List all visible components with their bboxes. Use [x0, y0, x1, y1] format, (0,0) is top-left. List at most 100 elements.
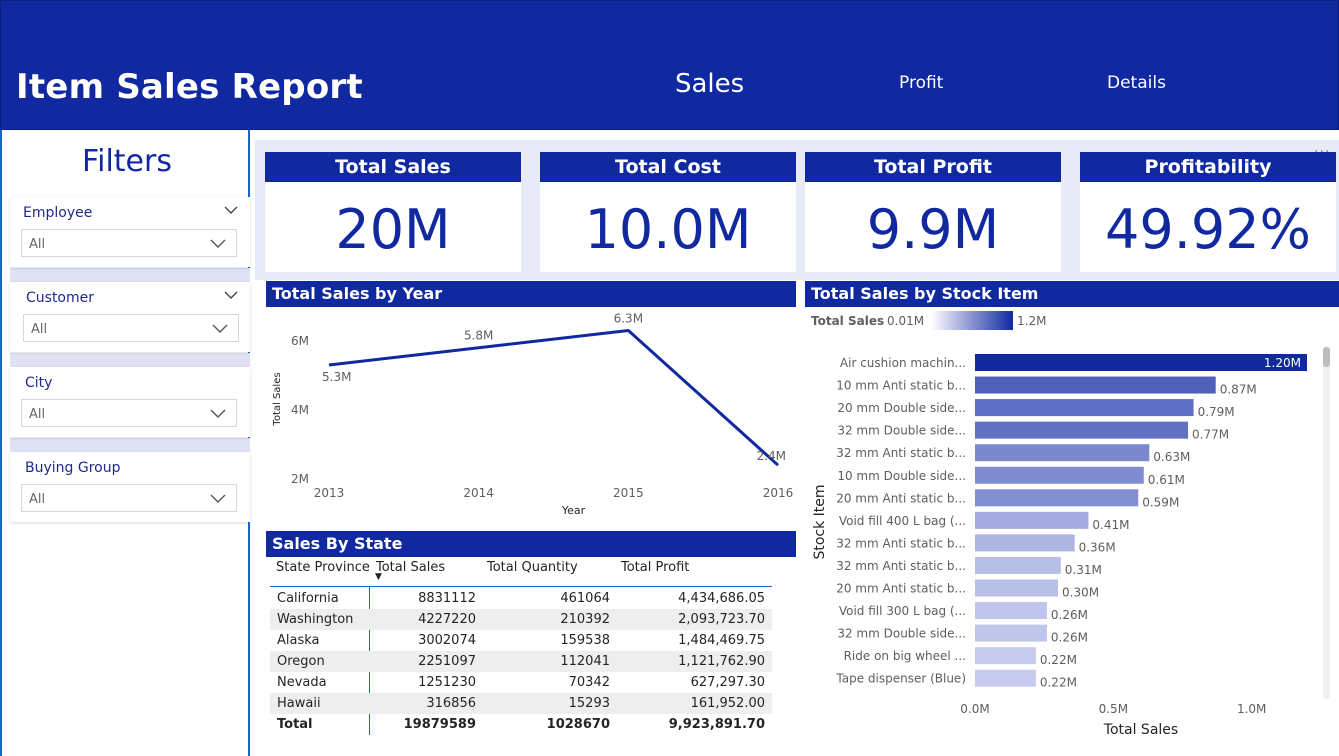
data-label: 0.22M — [1040, 653, 1077, 667]
nav-tab-profit[interactable]: Profit — [899, 73, 943, 93]
x-tick-label: 2014 — [463, 486, 494, 500]
city-dropdown[interactable]: All — [21, 399, 237, 427]
table-title: Sales By State — [266, 531, 796, 557]
table-row[interactable]: Nevada 1251230 70342 627,297.30 — [270, 672, 772, 693]
total-cell: 1028670 — [546, 717, 610, 732]
category-label: Air cushion machin... — [840, 356, 966, 370]
table-cell: Alaska — [277, 633, 320, 648]
slicer-label: Employee — [23, 205, 93, 221]
buying-group-dropdown[interactable]: All — [21, 484, 237, 512]
table-cell: Hawaii — [277, 696, 321, 711]
data-label: 0.79M — [1198, 405, 1235, 419]
table-row[interactable]: Oregon 2251097 112041 1,121,762.90 — [270, 651, 772, 672]
category-label: 32 mm Anti static b... — [836, 536, 966, 550]
kpi-total-sales[interactable]: Total Sales 20M — [265, 152, 521, 272]
chevron-down-icon[interactable] — [224, 288, 238, 302]
filters-title: Filters — [82, 144, 172, 179]
sales-by-stock-item-chart[interactable]: Total Sales 0.01M 1.2MAir cushion machin..… — [805, 307, 1339, 756]
chevron-down-icon — [210, 409, 226, 418]
total-cell: Total — [277, 717, 313, 732]
dropdown-value: All — [29, 237, 46, 252]
bar — [975, 354, 1307, 371]
bar — [975, 511, 1089, 529]
nav-tab-sales[interactable]: Sales — [675, 69, 744, 99]
kpi-value: 20M — [335, 198, 451, 261]
dropdown-value: All — [29, 407, 46, 422]
x-axis-title: Year — [561, 504, 586, 517]
customer-dropdown[interactable]: All — [23, 314, 239, 342]
slicer-label: Buying Group — [25, 460, 121, 476]
nav-tab-details[interactable]: Details — [1107, 73, 1166, 93]
category-label: 20 mm Double side... — [837, 401, 966, 415]
data-label: 0.63M — [1153, 450, 1190, 464]
table-cell: 15293 — [568, 696, 610, 711]
kpi-value: 49.92% — [1105, 198, 1311, 261]
kpi-profitability[interactable]: Profitability 49.92% — [1080, 152, 1336, 272]
scrollbar-thumb[interactable] — [1323, 347, 1330, 367]
table-row[interactable]: Washington 4227220 210392 2,093,723.70 — [270, 609, 772, 630]
table-cell: 8831112 — [418, 591, 476, 606]
chevron-down-icon — [210, 494, 226, 503]
kpi-title: Total Profit — [805, 152, 1061, 182]
legend-gradient — [931, 311, 1013, 330]
column-header[interactable]: Total Quantity — [487, 560, 578, 575]
y-tick-label: 2M — [291, 472, 309, 486]
chevron-down-icon — [212, 324, 228, 333]
table-cell: 210392 — [560, 612, 610, 627]
table-row[interactable]: California 8831112 461064 4,434,686.05 — [270, 588, 772, 609]
total-cell: 9,923,891.70 — [668, 717, 765, 732]
sort-indicator-icon[interactable]: ▼ — [375, 572, 382, 582]
data-label: 0.61M — [1148, 473, 1185, 487]
x-tick-label: 2016 — [763, 486, 794, 500]
x-tick-label: 2013 — [314, 486, 345, 500]
y-axis-title: Stock Item — [812, 484, 828, 559]
bar — [975, 489, 1139, 507]
table-cell: 316856 — [426, 696, 476, 711]
category-label: Tape dispenser (Blue) — [835, 672, 966, 686]
column-header[interactable]: Total Profit — [621, 560, 689, 575]
data-label: 0.22M — [1040, 676, 1077, 690]
table-cell: 4,434,686.05 — [678, 591, 765, 606]
bar — [975, 647, 1036, 665]
category-label: Void fill 400 L bag (... — [839, 514, 966, 528]
x-tick-label: 1.0M — [1237, 702, 1266, 716]
table-row[interactable]: Hawaii 316856 15293 161,952.00 — [270, 693, 772, 714]
data-label: 2.4M — [757, 449, 786, 463]
y-tick-label: 4M — [291, 403, 309, 417]
scrollbar[interactable] — [1323, 347, 1330, 699]
bar — [975, 579, 1058, 597]
chevron-down-icon[interactable] — [224, 203, 238, 217]
category-label: 32 mm Double side... — [837, 424, 966, 438]
data-label: 0.36M — [1079, 540, 1116, 554]
slicer-label: City — [25, 375, 53, 391]
column-header[interactable]: Total Sales — [376, 560, 445, 575]
employee-dropdown[interactable]: All — [21, 229, 237, 257]
kpi-value: 9.9M — [866, 198, 1000, 261]
kpi-total-profit[interactable]: Total Profit 9.9M — [805, 152, 1061, 272]
kpi-total-cost[interactable]: Total Cost 10.0M — [540, 152, 796, 272]
category-label: 32 mm Double side... — [837, 627, 966, 641]
bar — [975, 669, 1036, 687]
column-header[interactable]: State Province — [276, 560, 370, 575]
data-label: 0.41M — [1092, 518, 1129, 532]
x-tick-label: 2015 — [613, 486, 644, 500]
filter-separator — [10, 438, 250, 452]
category-label: 10 mm Anti static b... — [836, 379, 966, 393]
table-cell: 159538 — [560, 633, 610, 648]
kpi-title: Total Cost — [540, 152, 796, 182]
slicer-customer: Customer All — [10, 282, 250, 352]
report-title: Item Sales Report — [16, 67, 363, 107]
table-cell: 70342 — [568, 675, 610, 690]
data-label: 0.87M — [1220, 383, 1257, 397]
data-label: 5.8M — [464, 329, 493, 343]
category-label: Ride on big wheel ... — [844, 649, 966, 663]
table-row[interactable]: Alaska 3002074 159538 1,484,469.75 — [270, 630, 772, 651]
slicer-city: City All — [10, 367, 250, 437]
data-label: 5.3M — [322, 370, 351, 384]
category-label: 32 mm Anti static b... — [836, 559, 966, 573]
sales-by-year-chart[interactable]: 6M 4M 2M 2013 2014 2015 2016 Year Total Sales 5.3… — [266, 307, 796, 527]
bar-chart-title: Total Sales by Stock Item — [805, 281, 1339, 307]
data-label: 6.3M — [614, 311, 643, 325]
bar — [975, 444, 1150, 462]
data-label: 1.20M — [1264, 356, 1301, 370]
